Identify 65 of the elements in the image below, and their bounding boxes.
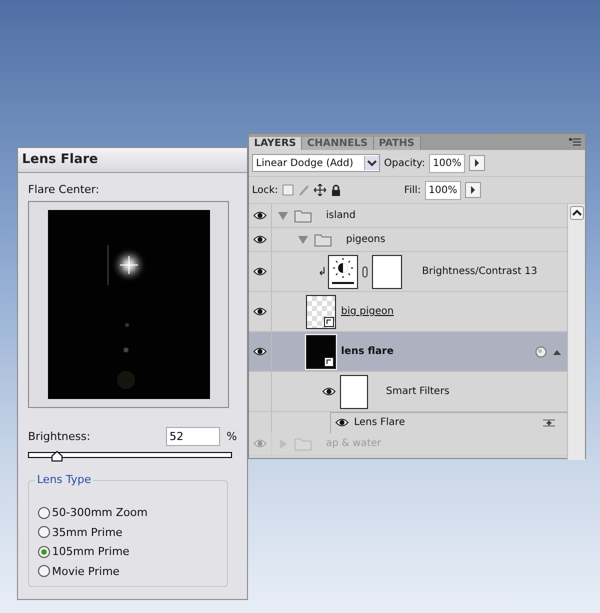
padlock-icon[interactable] — [330, 184, 342, 196]
lock-label: Lock: — [252, 184, 278, 196]
radio-circle[interactable] — [38, 526, 50, 538]
radio-label: Movie Prime — [52, 564, 120, 578]
layer-row[interactable]: Brightness/Contrast 13 — [249, 252, 567, 292]
dialog-title: Lens Flare — [18, 148, 247, 173]
scroll-up-icon[interactable] — [570, 206, 584, 220]
brightness-input[interactable]: 52 — [166, 427, 220, 446]
eye-icon[interactable] — [253, 347, 267, 356]
preview-label: Flare Center: — [28, 183, 100, 196]
clip-arrow-icon — [318, 266, 326, 278]
mask-thumbnail — [372, 254, 402, 288]
layer-name: pigeons — [346, 234, 386, 245]
opacity-field[interactable]: 100% — [429, 154, 466, 172]
filter-name: Lens Flare — [354, 417, 405, 428]
collapse-triangle-icon[interactable] — [553, 348, 561, 354]
brightness-label: Brightness: — [28, 430, 92, 443]
lens-type-title: Lens Type — [35, 473, 94, 486]
smart-filter-icon — [535, 346, 547, 358]
blend-mode-dropdown[interactable]: Linear Dodge (Add) — [252, 154, 380, 172]
folder-icon — [314, 232, 332, 246]
scrollbar[interactable] — [567, 204, 585, 460]
folder-icon — [294, 436, 312, 450]
brightness-slider[interactable] — [28, 451, 232, 463]
layer-row[interactable]: island — [249, 204, 567, 228]
radio-circle[interactable] — [38, 506, 50, 519]
radio-circle[interactable] — [38, 565, 50, 578]
smart-object-icon — [324, 356, 334, 366]
radio-circle[interactable] — [38, 546, 50, 558]
layer-name: Smart Filters — [386, 386, 450, 397]
layer-row[interactable]: pigeons — [249, 228, 567, 252]
fill-label: Fill: — [404, 184, 421, 196]
layer-name: Brightness/Contrast 13 — [422, 266, 538, 277]
layer-row[interactable]: Smart Filters — [249, 372, 567, 412]
layer-name: island — [326, 210, 356, 221]
eye-icon[interactable] — [335, 418, 349, 427]
radio-label: 35mm Prime — [52, 526, 122, 539]
layer-row[interactable]: lens flare — [249, 332, 567, 372]
panel-menu-icon[interactable] — [569, 138, 581, 146]
fill-field[interactable]: 100% — [424, 180, 461, 200]
eye-icon[interactable] — [253, 267, 267, 276]
filter-mask-thumbnail — [340, 374, 368, 408]
panel-tab[interactable]: LAYERS — [249, 137, 302, 150]
lens-type-radio[interactable]: 105mm Prime — [29, 542, 227, 562]
eye-icon[interactable] — [253, 307, 267, 316]
layer-row[interactable]: Lens Flare — [249, 412, 567, 432]
chain-icon — [362, 266, 368, 278]
folder-icon — [294, 208, 312, 222]
lens-type-radio[interactable]: Movie Prime — [29, 562, 227, 581]
eye-icon[interactable] — [253, 211, 267, 220]
adjustment-thumbnail-icon — [328, 254, 358, 288]
blending-options-icon[interactable] — [543, 418, 555, 428]
move-icon[interactable] — [314, 184, 326, 196]
radio-label: 105mm Prime — [52, 545, 130, 558]
smart-object-icon — [324, 316, 334, 326]
radio-label: 50-300mm Zoom — [52, 506, 148, 520]
slider-thumb[interactable] — [50, 451, 63, 462]
layer-name: lens flare — [341, 346, 394, 357]
eye-icon[interactable] — [322, 387, 336, 396]
percent-unit: % — [226, 430, 237, 443]
lens-type-radio[interactable]: 35mm Prime — [29, 522, 227, 542]
layer-name: big pigeon — [341, 306, 394, 317]
eye-icon[interactable] — [253, 235, 267, 244]
lens-type-radio[interactable]: 50-300mm Zoom — [29, 503, 227, 522]
opacity-label: Opacity: — [384, 158, 426, 168]
